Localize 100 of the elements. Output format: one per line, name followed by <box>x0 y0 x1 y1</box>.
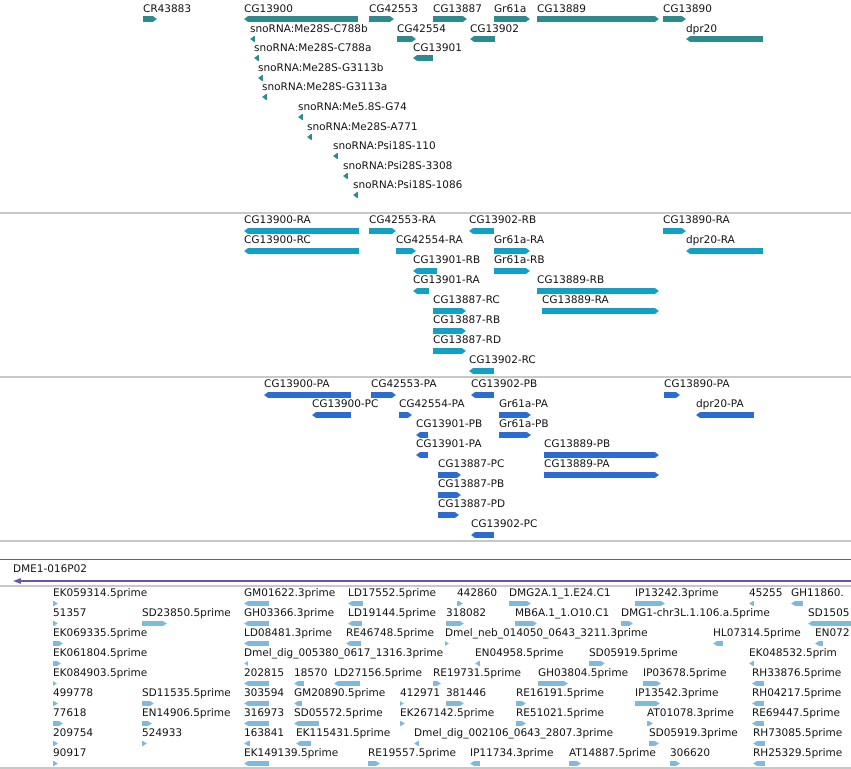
feature-glyph[interactable] <box>470 761 480 766</box>
feature-glyph[interactable] <box>413 55 433 62</box>
feature-glyph[interactable] <box>635 701 660 706</box>
feature-glyph[interactable] <box>752 681 764 686</box>
feature-glyph[interactable] <box>346 641 361 646</box>
feature-glyph[interactable] <box>369 228 396 234</box>
feature-glyph[interactable] <box>250 36 255 42</box>
clone-arrow[interactable] <box>13 578 851 584</box>
feature-glyph[interactable] <box>397 36 416 42</box>
feature-glyph[interactable] <box>471 392 494 398</box>
feature-glyph[interactable] <box>142 621 167 626</box>
feature-glyph[interactable] <box>244 601 269 606</box>
feature-glyph[interactable] <box>686 36 763 42</box>
feature-glyph[interactable] <box>445 641 449 646</box>
feature-glyph[interactable] <box>446 621 464 626</box>
feature-glyph[interactable] <box>471 532 494 538</box>
feature-glyph[interactable] <box>791 601 803 606</box>
feature-glyph[interactable] <box>264 392 351 398</box>
feature-glyph[interactable] <box>470 36 495 42</box>
feature-glyph[interactable] <box>244 741 250 746</box>
feature-glyph[interactable] <box>516 701 526 706</box>
feature-glyph[interactable] <box>254 55 259 62</box>
feature-glyph[interactable] <box>53 741 58 746</box>
feature-glyph[interactable] <box>433 308 466 314</box>
feature-glyph[interactable] <box>494 248 530 254</box>
feature-glyph[interactable] <box>294 701 302 706</box>
feature-glyph[interactable] <box>53 761 58 766</box>
feature-glyph[interactable] <box>334 681 360 686</box>
feature-glyph[interactable] <box>538 681 568 686</box>
feature-glyph[interactable] <box>307 134 312 140</box>
feature-glyph[interactable] <box>244 761 269 766</box>
feature-glyph[interactable] <box>371 392 396 398</box>
feature-glyph[interactable] <box>413 268 437 274</box>
feature-glyph[interactable] <box>433 681 441 686</box>
feature-glyph[interactable] <box>262 94 267 100</box>
feature-glyph[interactable] <box>143 16 157 22</box>
feature-glyph[interactable] <box>469 368 494 374</box>
feature-glyph[interactable] <box>414 741 419 746</box>
feature-glyph[interactable] <box>752 721 764 726</box>
feature-glyph[interactable] <box>400 721 405 726</box>
feature-glyph[interactable] <box>53 601 58 606</box>
feature-glyph[interactable] <box>663 228 686 234</box>
feature-glyph[interactable] <box>752 701 764 706</box>
feature-glyph[interactable] <box>670 761 680 766</box>
feature-glyph[interactable] <box>53 681 57 686</box>
feature-glyph[interactable] <box>142 721 152 726</box>
feature-glyph[interactable] <box>438 472 461 478</box>
feature-glyph[interactable] <box>621 621 633 626</box>
feature-glyph[interactable] <box>142 701 154 706</box>
feature-glyph[interactable] <box>649 741 659 746</box>
feature-glyph[interactable] <box>713 641 723 646</box>
feature-glyph[interactable] <box>589 661 605 666</box>
feature-glyph[interactable] <box>647 721 653 726</box>
feature-glyph[interactable] <box>399 412 412 418</box>
feature-glyph[interactable] <box>368 761 380 766</box>
feature-glyph[interactable] <box>438 512 459 518</box>
feature-glyph[interactable] <box>142 741 147 746</box>
feature-glyph[interactable] <box>808 621 851 626</box>
feature-glyph[interactable] <box>244 701 269 706</box>
feature-glyph[interactable] <box>663 16 686 22</box>
feature-glyph[interactable] <box>569 761 581 766</box>
feature-glyph[interactable] <box>494 268 530 274</box>
feature-glyph[interactable] <box>515 621 537 626</box>
feature-glyph[interactable] <box>516 721 526 726</box>
feature-glyph[interactable] <box>244 621 269 626</box>
feature-glyph[interactable] <box>643 681 661 686</box>
feature-glyph[interactable] <box>433 348 466 354</box>
feature-glyph[interactable] <box>53 721 63 726</box>
feature-glyph[interactable] <box>53 661 61 666</box>
feature-glyph[interactable] <box>499 432 531 438</box>
feature-glyph[interactable] <box>815 641 823 646</box>
feature-glyph[interactable] <box>244 641 269 646</box>
feature-glyph[interactable] <box>396 248 416 254</box>
feature-glyph[interactable] <box>353 192 358 198</box>
feature-glyph[interactable] <box>499 412 531 418</box>
feature-glyph[interactable] <box>413 288 429 294</box>
feature-glyph[interactable] <box>753 741 765 746</box>
feature-glyph[interactable] <box>298 114 303 120</box>
feature-glyph[interactable] <box>294 681 304 686</box>
feature-glyph[interactable] <box>494 16 530 22</box>
feature-glyph[interactable] <box>53 641 63 646</box>
feature-glyph[interactable] <box>696 412 754 418</box>
feature-glyph[interactable] <box>416 432 428 438</box>
feature-glyph[interactable] <box>244 721 269 726</box>
feature-glyph[interactable] <box>749 661 754 666</box>
feature-glyph[interactable] <box>53 621 58 626</box>
feature-glyph[interactable] <box>312 412 351 418</box>
feature-glyph[interactable] <box>244 681 269 686</box>
feature-glyph[interactable] <box>294 721 319 726</box>
feature-glyph[interactable] <box>369 16 394 22</box>
feature-glyph[interactable] <box>296 741 311 746</box>
feature-glyph[interactable] <box>509 601 531 606</box>
feature-glyph[interactable] <box>438 492 461 498</box>
feature-glyph[interactable] <box>348 601 363 606</box>
feature-glyph[interactable] <box>686 248 763 254</box>
feature-glyph[interactable] <box>400 701 404 706</box>
feature-glyph[interactable] <box>343 172 348 179</box>
feature-glyph[interactable] <box>416 452 428 458</box>
feature-glyph[interactable] <box>53 701 58 706</box>
feature-glyph[interactable] <box>433 16 467 22</box>
